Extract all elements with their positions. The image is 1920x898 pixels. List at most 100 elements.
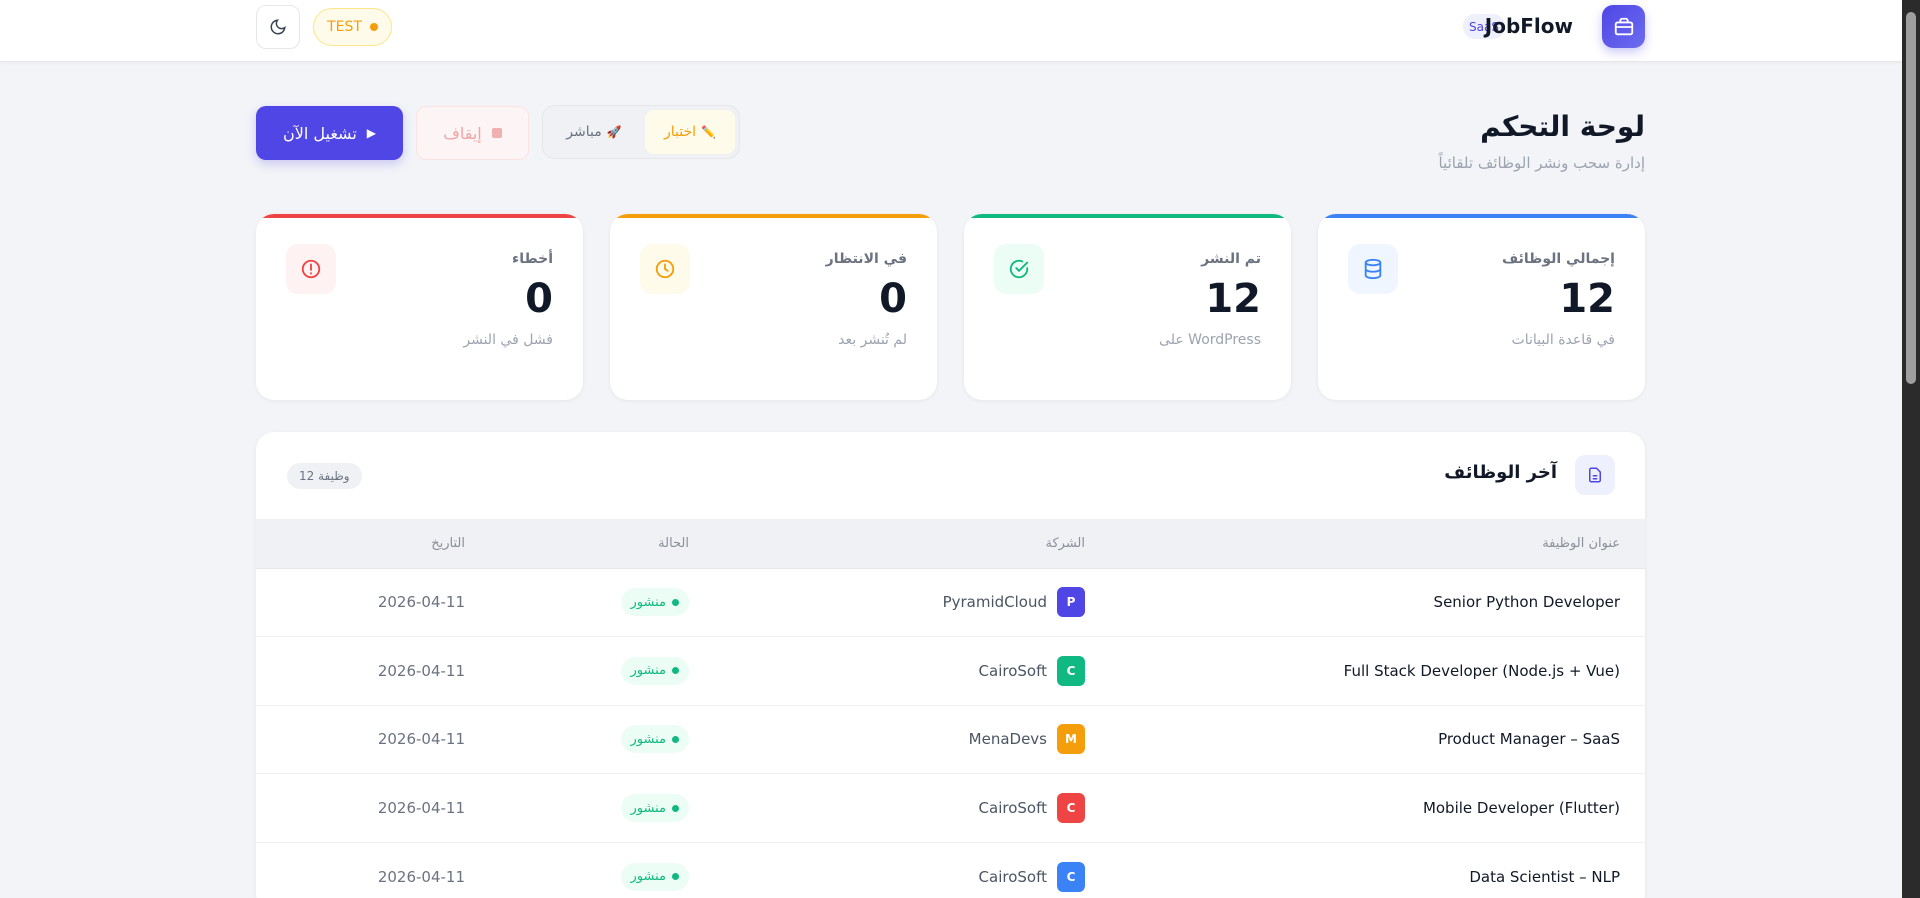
- stat-label: في الانتظار: [825, 251, 907, 267]
- card-accent: [1318, 214, 1645, 218]
- status-label: منشور: [630, 869, 666, 885]
- status-dot: [672, 667, 679, 675]
- env-badge: TEST: [313, 8, 392, 46]
- company-cell: CairoSoft C: [714, 636, 1110, 706]
- job-date: 2026-04-11: [256, 773, 490, 843]
- brand-name: JobFlow: [1484, 14, 1573, 38]
- stop-button[interactable]: إيقاف: [416, 106, 529, 160]
- recent-jobs-card: آخر الوظائف 12 وظيفة عنوان الوظيفة الشرك…: [256, 432, 1645, 898]
- mode-toggle: ✏️ اختبار 🚀 مباشر: [542, 105, 740, 159]
- status-badge: منشور: [620, 862, 689, 891]
- stat-sub: لم تُنشر بعد: [838, 332, 907, 348]
- stat-sub: فشل في النشر: [463, 332, 553, 348]
- company: CairoSoft C: [978, 861, 1085, 892]
- clock-icon: [640, 244, 690, 294]
- mode-live-option[interactable]: 🚀 مباشر: [547, 110, 641, 154]
- status-cell: منشور: [490, 773, 714, 843]
- status-badge: منشور: [620, 725, 689, 754]
- column-header-status[interactable]: الحالة: [490, 519, 714, 569]
- stat-value: 0: [525, 276, 553, 322]
- mode-test-option[interactable]: ✏️ اختبار: [644, 110, 735, 154]
- company-cell: MenaDevs M: [714, 705, 1110, 775]
- stat-label: أخطاء: [512, 251, 553, 267]
- column-header-title[interactable]: عنوان الوظيفة: [1110, 519, 1645, 569]
- alert-circle-icon: [286, 244, 336, 294]
- card-accent: [610, 214, 937, 218]
- status-label: منشور: [630, 594, 666, 610]
- check-circle-icon: [994, 244, 1044, 294]
- job-date: 2026-04-11: [256, 842, 490, 898]
- status-dot: [672, 804, 679, 812]
- column-header-date[interactable]: التاريخ: [256, 519, 490, 569]
- jobs-table: عنوان الوظيفة الشركة الحالة التاريخ Seni…: [256, 519, 1645, 898]
- page-subtitle: إدارة سحب ونشر الوظائف تلقائياً: [1438, 154, 1645, 172]
- company-cell: CairoSoft C: [714, 842, 1110, 898]
- company-cell: PyramidCloud P: [714, 568, 1110, 638]
- column-header-company[interactable]: الشركة: [714, 519, 1110, 569]
- job-title[interactable]: Senior Python Developer: [1110, 568, 1645, 638]
- company-name: CairoSoft: [978, 799, 1047, 818]
- stat-card-errors: أخطاء 0 فشل في النشر: [256, 214, 583, 400]
- moon-icon: [270, 19, 286, 35]
- job-title[interactable]: Data Scientist – NLP: [1110, 842, 1645, 898]
- job-title[interactable]: Mobile Developer (Flutter): [1110, 773, 1645, 843]
- job-date: 2026-04-11: [256, 636, 490, 706]
- company-name: MenaDevs: [968, 730, 1047, 749]
- stat-value: 12: [1205, 276, 1261, 322]
- status-label: منشور: [630, 800, 666, 816]
- status-dot: [672, 735, 679, 743]
- status-dot: [369, 23, 378, 31]
- company: PyramidCloud P: [943, 587, 1085, 618]
- scrollbar[interactable]: [1902, 0, 1920, 898]
- status-label: منشور: [630, 663, 666, 679]
- company-name: CairoSoft: [978, 867, 1047, 886]
- company: MenaDevs M: [968, 724, 1085, 755]
- stat-value: 12: [1559, 276, 1615, 322]
- run-now-button[interactable]: تشغيل الآن ▶: [256, 106, 403, 160]
- status-badge: منشور: [620, 588, 689, 617]
- company-name: CairoSoft: [978, 661, 1047, 680]
- company-avatar: C: [1057, 861, 1085, 892]
- stat-card-pending: في الانتظار 0 لم تُنشر بعد: [610, 214, 937, 400]
- table-row[interactable]: Data Scientist – NLP CairoSoft C منشور 20…: [256, 842, 1645, 898]
- stop-icon: [491, 128, 502, 138]
- status-cell: منشور: [490, 842, 714, 898]
- job-title[interactable]: Full Stack Developer (Node.js + Vue): [1110, 636, 1645, 706]
- run-now-label: تشغيل الآن: [282, 123, 357, 143]
- status-cell: منشور: [490, 636, 714, 706]
- top-bar: TEST SaaS JobFlow: [0, 0, 1902, 62]
- status-dot: [672, 598, 679, 606]
- company-avatar: M: [1057, 724, 1085, 755]
- stat-card-published: تم النشر 12 على WordPress: [964, 214, 1291, 400]
- stat-label: إجمالي الوظائف: [1501, 251, 1615, 267]
- mode-live-label: مباشر: [566, 124, 602, 140]
- theme-toggle-button[interactable]: [256, 5, 300, 49]
- company-avatar: C: [1057, 793, 1085, 824]
- stop-label: إيقاف: [443, 123, 482, 143]
- pencil-icon: ✏️: [701, 125, 716, 139]
- job-title[interactable]: Product Manager – SaaS: [1110, 705, 1645, 775]
- rocket-icon: 🚀: [606, 125, 622, 139]
- status-cell: منشور: [490, 705, 714, 775]
- status-badge: منشور: [620, 794, 689, 823]
- logo[interactable]: [1602, 5, 1645, 48]
- job-date: 2026-04-11: [256, 705, 490, 775]
- jobs-count-badge: 12 وظيفة: [287, 463, 362, 489]
- briefcase-icon: [1614, 17, 1633, 35]
- mode-test-label: اختبار: [664, 124, 697, 140]
- company-cell: CairoSoft C: [714, 773, 1110, 843]
- stat-card-total: إجمالي الوظائف 12 في قاعدة البيانات: [1318, 214, 1645, 400]
- table-row[interactable]: Product Manager – SaaS MenaDevs M منشور 2…: [256, 705, 1645, 775]
- company-avatar: P: [1057, 587, 1085, 618]
- table-row[interactable]: Full Stack Developer (Node.js + Vue) Cai…: [256, 636, 1645, 706]
- stat-sub: في قاعدة البيانات: [1511, 332, 1615, 348]
- table-row[interactable]: Mobile Developer (Flutter) CairoSoft C من…: [256, 773, 1645, 843]
- play-icon: ▶: [366, 126, 377, 140]
- table-row[interactable]: Senior Python Developer PyramidCloud P من…: [256, 568, 1645, 638]
- card-accent: [964, 214, 1291, 218]
- scrollbar-thumb[interactable]: [1906, 12, 1916, 384]
- database-icon: [1348, 244, 1398, 294]
- company-avatar: C: [1057, 655, 1085, 686]
- company: CairoSoft C: [978, 793, 1085, 824]
- status-badge: منشور: [620, 656, 689, 685]
